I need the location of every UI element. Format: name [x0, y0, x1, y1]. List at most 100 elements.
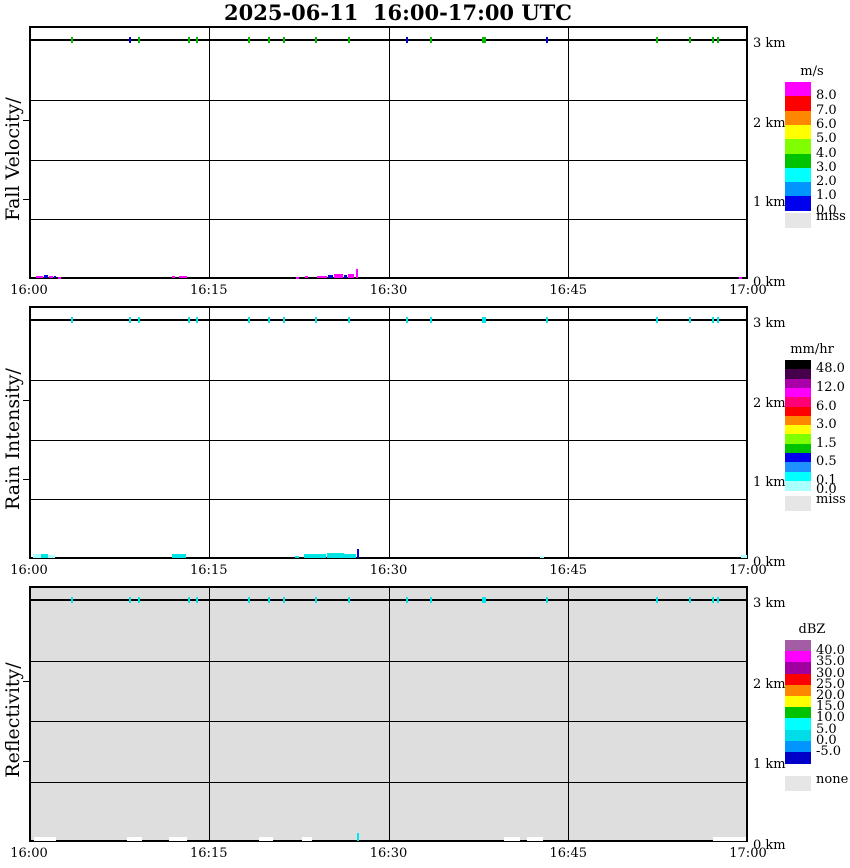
time-tick-label: 16:45	[549, 283, 587, 298]
time-tick-label: 16:00	[10, 846, 48, 861]
echo-dot	[283, 317, 285, 323]
colorbar-tick-label: 3.0	[816, 417, 837, 433]
surface-mark	[357, 833, 359, 841]
echo-dot	[406, 317, 408, 323]
echo-dot	[188, 317, 190, 323]
colorbar-tick-label: 6.0	[816, 398, 837, 414]
height-tick-label: 1 km	[753, 475, 786, 491]
y-axis-label-rain-intensity: Rain Intensity/	[2, 367, 24, 510]
colorbar-band	[785, 729, 811, 742]
echo-dot	[283, 597, 285, 603]
time-tick-label: 16:00	[10, 563, 48, 578]
echo-dot	[348, 317, 350, 323]
height-tick-label: 1 km	[753, 757, 786, 773]
colorbar-band	[785, 167, 811, 183]
echo-dot	[406, 37, 408, 43]
axis-tick	[23, 400, 29, 401]
colorbar-band	[785, 740, 811, 753]
colorbar-tick-label: 48.0	[816, 361, 845, 377]
colorbar-tick-label: 0.5	[816, 454, 837, 470]
colorbar-tick-label: 8.0	[816, 88, 837, 104]
axis-tick	[23, 681, 29, 682]
colorbar-band	[785, 752, 811, 764]
height-tick-label: 2 km	[753, 115, 786, 131]
echo-dot	[315, 317, 317, 323]
surface-mark	[33, 554, 41, 558]
colorbar-tick-label: 4.0	[816, 145, 837, 161]
echo-dot	[546, 317, 548, 323]
echo-dot	[717, 597, 719, 603]
height-tick-label: 2 km	[753, 395, 786, 411]
colorbar-band	[785, 662, 811, 675]
echo-dot	[138, 597, 140, 603]
echo-dot	[689, 317, 691, 323]
echo-dot	[430, 37, 432, 43]
page-title: 2025-06-11 16:00-17:00 UTC	[223, 0, 573, 25]
y-axis-label-reflectivity: Reflectivity/	[2, 662, 24, 778]
surface-mark	[296, 277, 299, 279]
time-tick-label: 16:30	[369, 283, 408, 298]
y-axis-label-fall-velocity: Fall Velocity/	[2, 96, 24, 221]
surface-mark	[304, 554, 326, 558]
echo-dot	[196, 317, 198, 323]
echo-dot	[712, 37, 714, 43]
height-tick-label: 3 km	[753, 316, 786, 331]
surface-mark	[49, 276, 53, 278]
colorbar-band	[785, 640, 811, 652]
echo-dot	[712, 317, 714, 323]
time-tick-label: 16:15	[190, 283, 228, 298]
colorbar-unit-label: dBZ	[798, 622, 826, 637]
time-tick-label: 16:30	[369, 563, 408, 578]
echo-dot	[129, 597, 131, 603]
time-tick-label: 16:30	[369, 846, 408, 861]
time-tick-label: 17:00	[729, 283, 767, 298]
echo-dot	[71, 317, 73, 323]
echo-dot	[188, 597, 190, 603]
surface-mark	[327, 553, 344, 558]
echo-dot	[656, 317, 658, 323]
surface-mark	[172, 554, 186, 558]
colorbar-band	[785, 696, 811, 708]
echo-dot	[546, 597, 548, 603]
echo-dot	[188, 37, 190, 43]
echo-dot	[482, 37, 486, 43]
echo-dot	[348, 37, 350, 43]
surface-mark	[739, 277, 742, 279]
echo-dot	[71, 597, 73, 603]
echo-dot	[656, 37, 658, 43]
height-tick-label: 3 km	[753, 596, 786, 611]
colorbar-tick-label: 5.0	[816, 131, 837, 147]
echo-dot	[689, 37, 691, 43]
echo-dot	[196, 597, 198, 603]
gridline-time	[389, 26, 390, 279]
surface-mark	[305, 276, 308, 278]
colorbar-band	[785, 196, 811, 212]
surface-mark	[741, 555, 747, 558]
echo-dot	[268, 597, 270, 603]
gridline-time	[568, 306, 569, 559]
missing-label: none	[816, 772, 849, 787]
time-tick-label: 16:45	[549, 563, 587, 578]
axis-tick	[23, 199, 29, 200]
missing-label: miss	[816, 492, 846, 507]
colorbar-tick-label: 3.0	[816, 159, 837, 175]
echo-dot	[71, 37, 73, 43]
gridline-time	[389, 306, 390, 559]
surface-mark	[334, 274, 343, 278]
gridline-time	[389, 586, 390, 842]
surface-mark	[41, 554, 48, 558]
colorbar-band	[785, 707, 811, 719]
echo-dot	[482, 597, 486, 603]
surface-mark	[348, 274, 354, 278]
colorbar-band	[785, 182, 811, 197]
echo-dot	[546, 37, 548, 43]
echo-dot	[348, 597, 350, 603]
echo-dot	[268, 37, 270, 43]
axis-tick	[23, 761, 29, 762]
surface-mark	[713, 837, 746, 841]
height-tick-label: 3 km	[753, 36, 786, 51]
colorbar-tick-label: 12.0	[816, 379, 845, 395]
axis-tick	[23, 120, 29, 121]
colorbar-band	[785, 82, 811, 97]
colorbar-band	[785, 673, 811, 686]
